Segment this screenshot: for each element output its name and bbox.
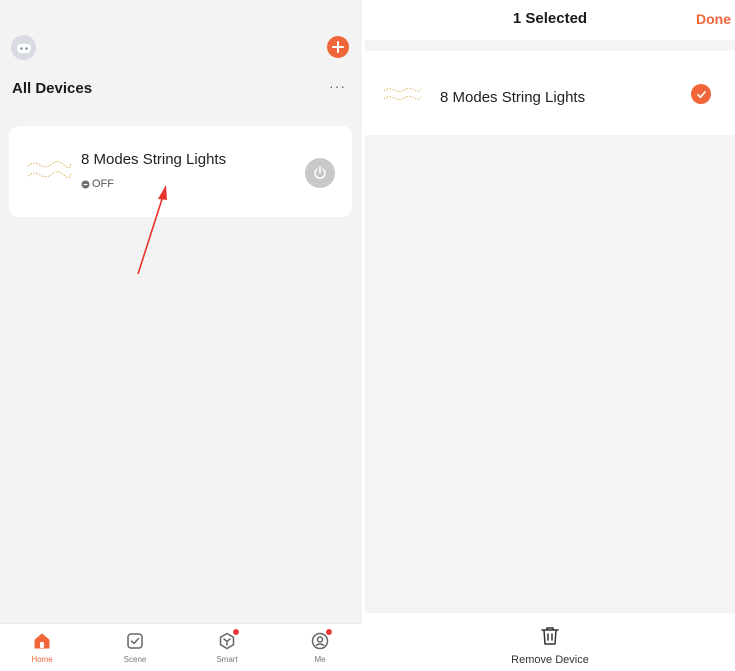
tab-scene[interactable]: Scene	[105, 624, 165, 671]
me-notification-badge	[326, 629, 332, 635]
annotation-arrow	[137, 185, 167, 275]
checkmark-icon	[696, 90, 706, 98]
page-title: All Devices	[12, 80, 93, 97]
add-device-button[interactable]	[327, 36, 349, 58]
power-toggle-button[interactable]	[305, 158, 335, 188]
selection-count-title: 1 Selected	[512, 10, 588, 27]
power-icon	[314, 166, 326, 179]
tab-me-label: Me	[314, 655, 326, 664]
trash-icon	[541, 627, 559, 645]
tab-home-label: Home	[31, 655, 53, 664]
tab-smart[interactable]: Smart	[197, 624, 257, 671]
edit-header: 1 Selected Done	[365, 0, 735, 40]
tab-home[interactable]: Home	[12, 624, 72, 671]
device-name: 8 Modes String Lights	[81, 151, 227, 168]
smart-notification-badge	[233, 629, 239, 635]
string-lights-thumbnail-icon	[27, 161, 72, 179]
offline-status-icon	[81, 180, 90, 188]
device-status: OFF	[81, 178, 114, 190]
more-options-button[interactable]: ···	[329, 78, 346, 94]
done-button[interactable]: Done	[696, 11, 731, 27]
home-screen: All Devices ··· 8 Modes String Lights OF…	[0, 0, 362, 671]
tab-me[interactable]: Me	[290, 624, 350, 671]
tab-smart-label: Smart	[216, 655, 238, 664]
home-avatar-icon[interactable]	[11, 35, 36, 60]
remove-device-button[interactable]: Remove Device	[365, 613, 735, 671]
string-lights-thumbnail-icon	[383, 88, 422, 100]
remove-device-label: Remove Device	[511, 654, 589, 666]
scene-icon	[127, 633, 143, 649]
selected-device-row[interactable]: 8 Modes String Lights	[365, 51, 735, 135]
edit-screen: 1 Selected Done 8 Modes String Lights Re…	[365, 0, 735, 671]
bottom-tab-bar: Home Scene Smart Me	[0, 623, 362, 671]
plus-icon	[332, 41, 344, 53]
device-card[interactable]: 8 Modes String Lights OFF	[9, 126, 352, 217]
selected-device-name: 8 Modes String Lights	[440, 89, 586, 106]
home-icon	[34, 633, 50, 649]
tab-scene-label: Scene	[123, 655, 147, 664]
selection-checkbox[interactable]	[691, 84, 711, 104]
device-status-text: OFF	[92, 178, 114, 190]
